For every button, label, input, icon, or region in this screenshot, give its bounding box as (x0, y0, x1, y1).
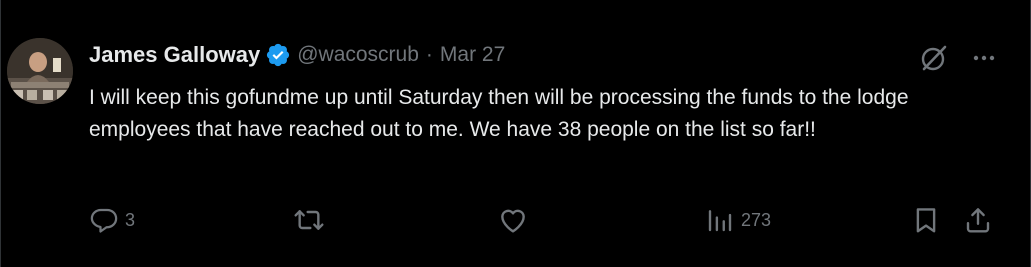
retweet-icon (293, 204, 325, 236)
tweet-text: I will keep this gofundme up until Satur… (89, 86, 909, 141)
heart-icon (497, 204, 529, 236)
retweet-button[interactable] (293, 200, 325, 240)
avatar[interactable] (7, 38, 73, 104)
bookmark-button[interactable] (911, 200, 941, 240)
share-button[interactable] (963, 200, 993, 240)
tweet-card[interactable]: James Galloway @wacoscrub · Mar 27 I wil (0, 0, 1031, 267)
tweet-top-actions (916, 40, 1002, 76)
separator-dot: · (425, 43, 433, 66)
views-icon (705, 205, 735, 235)
more-dots-icon[interactable] (966, 40, 1002, 76)
reply-button[interactable]: 3 (89, 200, 135, 240)
grok-icon[interactable] (916, 40, 952, 76)
author-name[interactable]: James Galloway (89, 42, 260, 68)
reply-icon (89, 205, 119, 235)
bookmark-icon (911, 205, 941, 235)
verified-badge-icon (265, 42, 291, 68)
author-handle[interactable]: @wacoscrub (297, 43, 419, 67)
avatar-image (7, 38, 73, 104)
views-button[interactable]: 273 (705, 200, 771, 240)
tweet-action-bar: 3 273 (89, 200, 999, 240)
tweet-date[interactable]: Mar 27 (440, 43, 505, 67)
share-icon (963, 205, 993, 235)
tweet-header: James Galloway @wacoscrub · Mar 27 (89, 40, 505, 70)
views-count: 273 (741, 209, 772, 230)
like-button[interactable] (497, 200, 529, 240)
reply-count: 3 (125, 209, 136, 230)
